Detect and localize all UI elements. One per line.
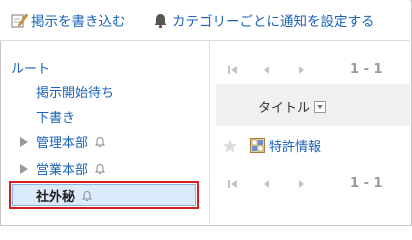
category-tree: ルート 掲示開始待ち 下書き 管理本部 営業本部 社外秘	[0, 41, 210, 224]
title-column-label: タイトル	[258, 101, 311, 116]
prev-page-icon[interactable]	[262, 179, 272, 189]
tree-root[interactable]: ルート	[11, 58, 50, 77]
next-page-icon[interactable]	[296, 65, 306, 75]
bulletin-icon	[250, 138, 265, 153]
star-icon[interactable]	[222, 138, 238, 154]
tree-item-label: 掲示開始待ち	[36, 86, 115, 101]
bell-icon	[154, 13, 167, 28]
next-page-icon[interactable]	[296, 179, 306, 189]
tree-item-label: 管理本部	[36, 136, 89, 151]
notification-settings-label: カテゴリーごとに通知を設定する	[172, 14, 375, 30]
table-header: タイトル	[216, 84, 410, 126]
write-icon	[11, 13, 28, 27]
post-bulletin-link[interactable]: 掲示を書き込む	[11, 10, 126, 30]
toolbar: 掲示を書き込む カテゴリーごとに通知を設定する	[0, 0, 410, 41]
first-page-icon[interactable]	[228, 65, 238, 75]
sort-dropdown-icon[interactable]	[314, 100, 327, 113]
tree-item-drafts[interactable]: 下書き	[36, 107, 75, 126]
notification-settings-link[interactable]: カテゴリーごとに通知を設定する	[152, 10, 375, 30]
table-row: 特許情報	[222, 136, 321, 155]
bulletin-title-link[interactable]: 特許情報	[269, 136, 321, 155]
prev-page-icon[interactable]	[262, 65, 272, 75]
tree-item-label: 営業本部	[36, 163, 89, 178]
bell-outline-icon	[94, 163, 106, 174]
bulletin-list: 1 - 1 タイトル 特許情報 1 - 1	[210, 41, 410, 224]
tree-item-confidential[interactable]: 社外秘	[36, 186, 93, 205]
title-column-header[interactable]: タイトル	[258, 97, 327, 116]
post-bulletin-label: 掲示を書き込む	[31, 14, 126, 30]
tree-item-sales-dept[interactable]: 営業本部	[36, 159, 106, 178]
page-count: 1 - 1	[350, 176, 383, 191]
pager-bottom: 1 - 1	[228, 176, 383, 191]
first-page-icon[interactable]	[228, 179, 238, 189]
tree-item-label: 社外秘	[36, 190, 76, 205]
pager-top: 1 - 1	[228, 62, 383, 77]
expand-arrow-icon[interactable]	[20, 137, 28, 147]
tree-item-pending[interactable]: 掲示開始待ち	[36, 82, 114, 101]
page-count: 1 - 1	[350, 62, 383, 77]
bell-outline-icon	[94, 136, 106, 147]
tree-item-admin-dept[interactable]: 管理本部	[36, 132, 106, 151]
bell-outline-icon	[81, 190, 93, 201]
expand-arrow-icon[interactable]	[20, 164, 28, 174]
tree-item-label: 下書き	[36, 111, 76, 126]
